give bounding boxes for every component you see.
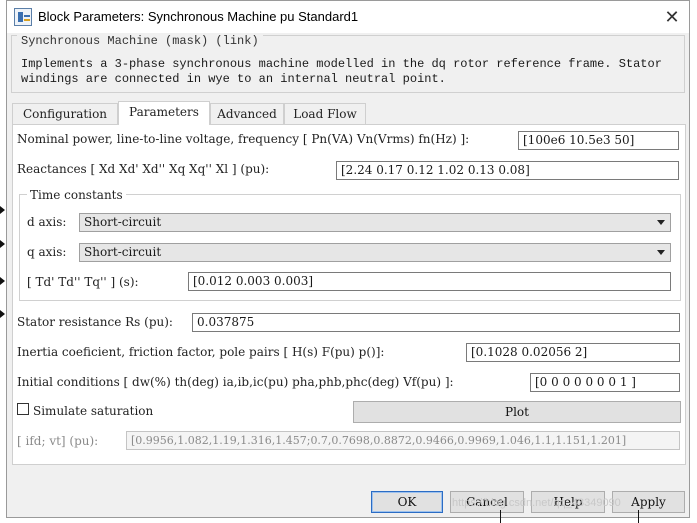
ifd-vt-input[interactable]: [0.9956,1.082,1.19,1.316,1.457;0.7,0.769… <box>126 431 680 450</box>
model-wire <box>638 510 639 523</box>
q-axis-label: q axis: <box>27 245 67 259</box>
window-title: Block Parameters: Synchronous Machine pu… <box>38 9 359 24</box>
mask-title: Synchronous Machine (mask) (link) <box>17 34 263 48</box>
stator-resistance-input[interactable]: 0.037875 <box>192 313 680 332</box>
d-axis-value: Short-circuit <box>84 215 162 229</box>
model-wire <box>500 510 501 523</box>
port-marker <box>0 240 5 248</box>
time-constants-title: Time constants <box>27 188 126 202</box>
close-icon[interactable]: ✕ <box>658 4 686 30</box>
parameters-panel: Nominal power, line-to-line voltage, fre… <box>12 124 686 465</box>
mask-description: Implements a 3-phase synchronous machine… <box>21 57 662 86</box>
stator-resistance-label: Stator resistance Rs (pu): <box>17 315 173 329</box>
initial-conditions-label: Initial conditions [ dw(%) th(deg) ia,ib… <box>17 375 454 389</box>
title-bar[interactable]: Block Parameters: Synchronous Machine pu… <box>7 1 689 33</box>
tab-configuration[interactable]: Configuration <box>12 103 118 124</box>
tab-load-flow[interactable]: Load Flow <box>284 103 366 124</box>
initial-conditions-input[interactable]: [0 0 0 0 0 0 0 1 ] <box>530 373 680 392</box>
reactances-label: Reactances [ Xd Xd' Xd'' Xq Xq'' Xl ] (p… <box>17 162 270 176</box>
q-axis-value: Short-circuit <box>84 245 162 259</box>
ifd-vt-label: [ ifd; vt] (pu): <box>17 434 99 448</box>
reactances-input[interactable]: [2.24 0.17 0.12 1.02 0.13 0.08] <box>336 161 679 180</box>
port-marker <box>0 277 5 285</box>
tab-advanced[interactable]: Advanced <box>210 103 284 124</box>
simulate-saturation-label: Simulate saturation <box>33 404 154 418</box>
q-axis-select[interactable]: Short-circuit <box>79 243 671 262</box>
inertia-input[interactable]: [0.1028 0.02056 2] <box>466 343 680 362</box>
simulate-saturation-checkbox[interactable] <box>17 403 29 415</box>
ok-button[interactable]: OK <box>371 491 443 513</box>
apply-button[interactable]: Apply <box>612 491 685 513</box>
d-axis-select[interactable]: Short-circuit <box>79 213 671 232</box>
chevron-down-icon <box>657 250 665 255</box>
plot-button[interactable]: Plot <box>353 401 681 423</box>
nominal-input[interactable]: [100e6 10.5e3 50] <box>518 131 679 150</box>
simulink-block-icon <box>14 8 32 26</box>
block-parameters-dialog: Block Parameters: Synchronous Machine pu… <box>6 0 690 518</box>
port-marker <box>0 206 5 214</box>
watermark: https://blog.csdn.net/qq_43349090 <box>452 497 621 509</box>
tab-parameters[interactable]: Parameters <box>118 101 210 125</box>
nominal-label: Nominal power, line-to-line voltage, fre… <box>17 132 470 146</box>
time-constants-input[interactable]: [0.012 0.003 0.003] <box>188 272 671 291</box>
chevron-down-icon <box>657 220 665 225</box>
d-axis-label: d axis: <box>27 215 67 229</box>
time-constants-label: [ Td' Td'' Tq'' ] (s): <box>27 275 139 289</box>
inertia-label: Inertia coeficient, friction factor, pol… <box>17 345 385 359</box>
port-marker <box>0 310 5 318</box>
